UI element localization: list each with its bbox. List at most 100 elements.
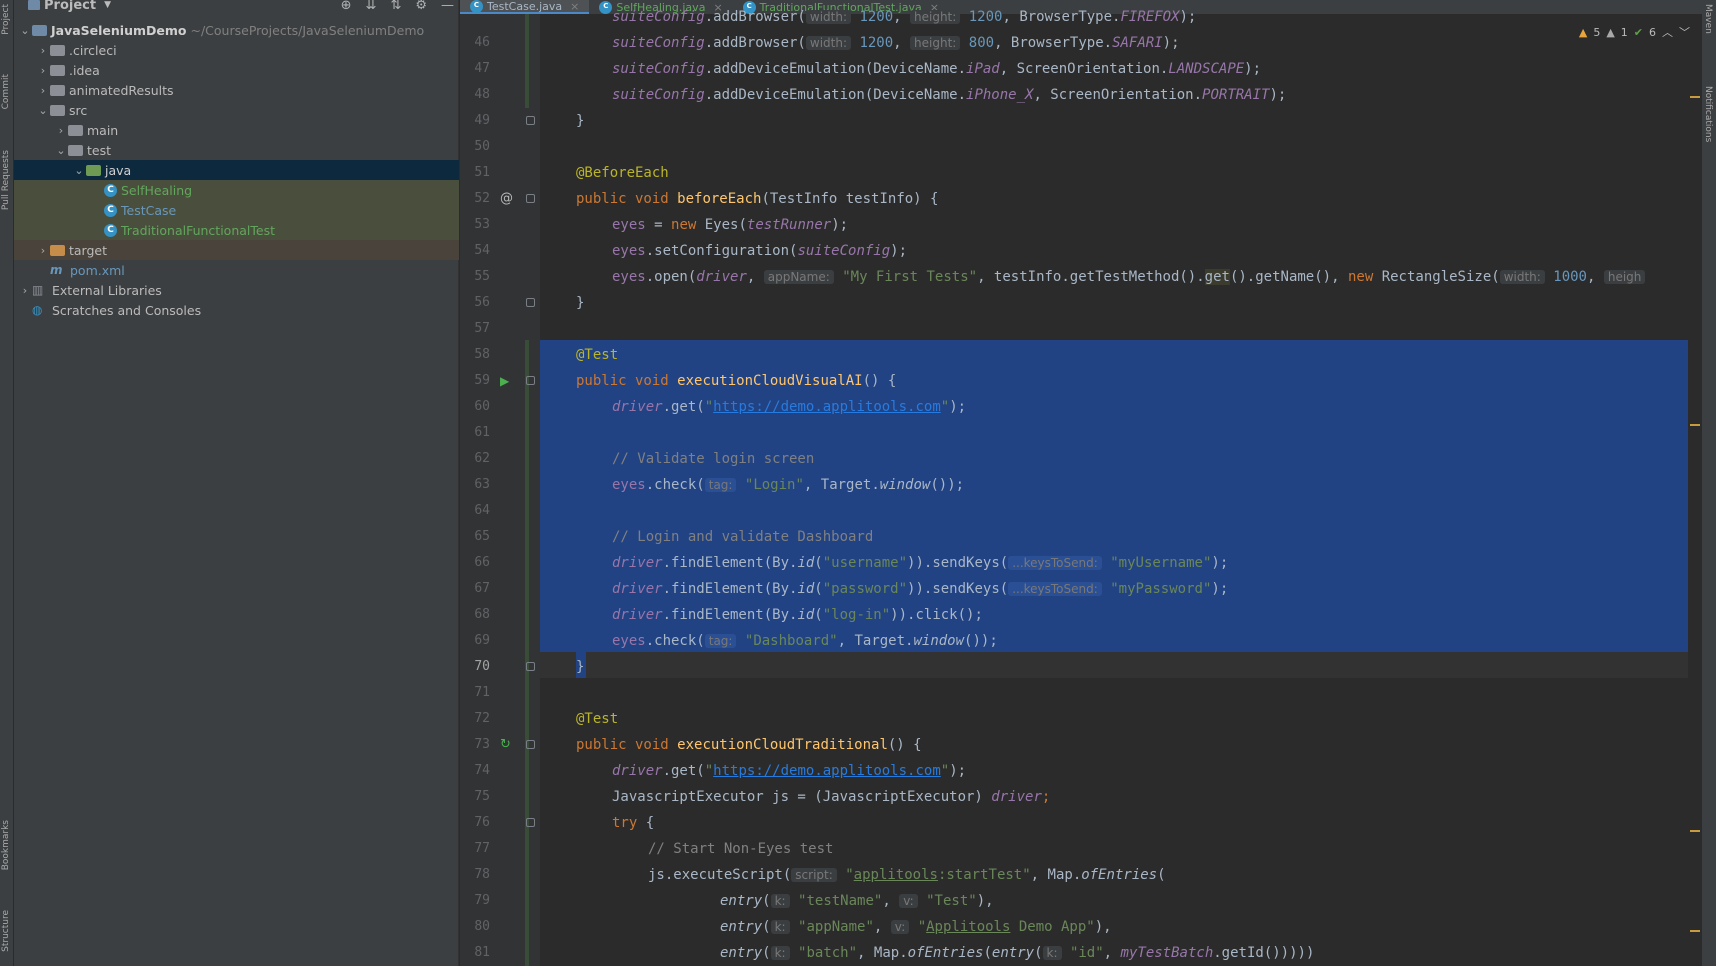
run-icon[interactable]: ▶ [500,374,509,388]
line-number: 63 [474,477,490,492]
code-text: eyes.setConfiguration(suiteConfig); [612,243,908,259]
tree-item-label: pom.xml [70,262,125,278]
code-editor[interactable]: C TestCase.java × C SelfHealing.java × C… [460,0,1702,966]
fold-icon[interactable] [526,298,535,307]
code-line: 66 driver.findElement(By.id("username"))… [460,550,1702,576]
fold-icon[interactable] [526,116,535,125]
tree-item-animatedresults[interactable]: › animatedResults [14,80,459,100]
tree-item-circleci[interactable]: › .circleci [14,40,459,60]
chevron-right-icon[interactable]: › [36,244,50,257]
weak-warning-icon: ▲ [1606,25,1615,39]
code-line: 61 [460,420,1702,446]
tree-item-idea[interactable]: › .idea [14,60,459,80]
code-line: 80 entry(k: "appName", v: "Applitools De… [460,914,1702,940]
tree-item-external-libraries[interactable]: › ▥ External Libraries [14,280,459,300]
fold-icon[interactable] [526,818,535,827]
line-number: 81 [474,945,490,960]
at-sign-icon[interactable]: @ [500,192,513,206]
chevron-up-icon[interactable]: ︿ [1662,24,1673,40]
url-link[interactable]: https://demo.applitools.com [713,763,941,779]
expand-all-icon[interactable]: ⇊ [366,0,377,13]
code-text: } [576,113,585,129]
chevron-down-icon[interactable]: ▼ [104,0,111,10]
tree-item-target[interactable]: › target [14,240,459,260]
code-line: 56 } [460,290,1702,316]
code-line: 62 // Validate login screen [460,446,1702,472]
chevron-right-icon[interactable]: › [36,64,50,77]
folder-icon [68,125,83,136]
notifications-tool-tab[interactable]: Notifications [1703,86,1713,142]
run-refresh-icon[interactable]: ↻ [500,738,511,752]
fold-icon[interactable] [526,662,535,671]
pull-requests-tool-tab[interactable]: Pull Requests [1,150,11,210]
url-link[interactable]: https://demo.applitools.com [713,399,941,415]
gear-icon[interactable]: ⚙ [415,0,427,13]
project-icon [28,0,40,10]
code-line: 64 [460,498,1702,524]
project-panel-title[interactable]: Project [44,0,96,13]
code-text: try { [612,815,655,831]
code-line: 59 ▶ public void executionCloudVisualAI(… [460,368,1702,394]
chevron-right-icon[interactable]: › [54,124,68,137]
chevron-down-icon[interactable]: ⌄ [72,164,86,177]
tree-item-java[interactable]: ⌄ java [14,160,459,180]
folder-icon [50,45,65,56]
chevron-down-icon[interactable]: ﹀ [1679,24,1690,40]
code-text: } [576,295,585,311]
code-line: 79 entry(k: "testName", v: "Test"), [460,888,1702,914]
chevron-right-icon[interactable]: › [36,44,50,57]
code-text: driver.findElement(By.id("password")).se… [612,581,1229,597]
tree-item-javaseleniumdemo[interactable]: ⌄ JavaSeleniumDemo ~/CourseProjects/Java… [14,20,459,40]
line-number: 71 [474,685,490,700]
line-number: 80 [474,919,490,934]
tree-item-test[interactable]: ⌄ test [14,140,459,160]
project-panel: Project ▼ ⊕ ⇊ ⇅ ⚙ — ⌄ JavaSeleniumDemo ~… [14,0,459,966]
fold-icon[interactable] [526,194,535,203]
code-text: suiteConfig.addBrowser(width: 1200, heig… [612,9,1197,25]
chevron-down-icon[interactable]: ⌄ [18,24,32,37]
library-icon: ▥ [32,283,44,297]
line-number: 46 [474,35,490,50]
line-number: 79 [474,893,490,908]
chevron-down-icon[interactable]: ⌄ [36,104,50,117]
code-text: entry(k: "appName", v: "Applitools Demo … [720,919,1112,935]
fold-icon[interactable] [526,376,535,385]
tree-item-selfhealing[interactable]: C SelfHealing [14,180,459,200]
error-stripe-mark [1690,424,1700,426]
locate-icon[interactable]: ⊕ [341,0,352,13]
fold-icon[interactable] [526,740,535,749]
code-line: 48 suiteConfig.addDeviceEmulation(Device… [460,82,1702,108]
commit-tool-tab[interactable]: Commit [1,74,11,109]
inspection-widget[interactable]: ▲ 5 ▲ 1 ✔ 6 ︿ ﹀ [1579,24,1690,40]
project-tool-tab[interactable]: Project [1,4,11,35]
chevron-right-icon[interactable]: › [36,84,50,97]
line-number: 73 [474,737,490,752]
line-number: 47 [474,61,490,76]
code-text: @BeforeEach [576,165,669,181]
code-text: suiteConfig.addDeviceEmulation(DeviceNam… [612,87,1287,103]
tree-item-src[interactable]: ⌄ src [14,100,459,120]
code-line: 47 suiteConfig.addDeviceEmulation(Device… [460,56,1702,82]
editor-scrollbar[interactable] [1690,40,1700,966]
tree-item-testcase[interactable]: C TestCase [14,200,459,220]
structure-tool-tab[interactable]: Structure [1,910,11,952]
tree-item-label: .idea [69,62,100,78]
tree-item-scratches[interactable]: ◍ Scratches and Consoles [14,300,459,320]
maven-tool-tab[interactable]: Maven [1703,4,1713,34]
line-number: 54 [474,243,490,258]
class-icon: C [104,203,117,217]
tree-item-pom[interactable]: m pom.xml [14,260,459,280]
chevron-down-icon[interactable]: ⌄ [54,144,68,157]
tree-item-main[interactable]: › main [14,120,459,140]
collapse-all-icon[interactable]: ⇅ [390,0,401,13]
code-line: 55 eyes.open(driver, appName: "My First … [460,264,1702,290]
tree-item-traditionalfunctionaltest[interactable]: C TraditionalFunctionalTest [14,220,459,240]
chevron-right-icon[interactable]: › [18,284,32,297]
tree-item-label: test [87,142,112,158]
project-tree: ⌄ JavaSeleniumDemo ~/CourseProjects/Java… [14,20,459,320]
line-number: 68 [474,607,490,622]
hide-icon[interactable]: — [441,0,454,13]
code-line: 78 js.executeScript(script: "applitools:… [460,862,1702,888]
bookmarks-tool-tab[interactable]: Bookmarks [1,820,11,870]
line-number: 56 [474,295,490,310]
